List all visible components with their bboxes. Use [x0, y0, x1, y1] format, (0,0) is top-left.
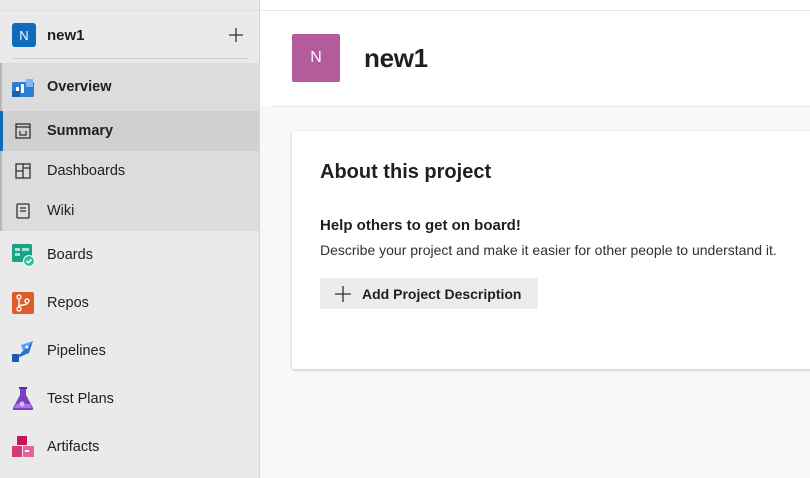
card-subtitle: Help others to get on board!	[320, 217, 521, 234]
plus-icon	[229, 28, 243, 42]
sidebar-item-label: Test Plans	[47, 391, 114, 407]
sidebar-item-label: Repos	[47, 295, 89, 311]
repos-icon	[11, 291, 35, 315]
test-plans-icon	[11, 387, 35, 411]
project-header[interactable]: N new1	[0, 11, 260, 59]
pipelines-icon	[11, 339, 35, 363]
add-project-description-button[interactable]: Add Project Description	[320, 278, 538, 309]
sidebar-item-label: Pipelines	[47, 343, 106, 359]
sidebar-item-label: Dashboards	[47, 163, 126, 179]
overview-icon	[11, 75, 35, 99]
sidebar: N new1 Overview Summary Dashboards Wiki …	[0, 0, 260, 478]
card-title: About this project	[320, 161, 492, 183]
sidebar-item-wiki[interactable]: Wiki	[0, 191, 259, 231]
sidebar-item-label: Wiki	[47, 203, 75, 219]
sidebar-item-overview[interactable]: Overview	[0, 63, 259, 111]
about-project-card: About this project Help others to get on…	[292, 131, 810, 369]
sidebar-item-test-plans[interactable]: Test Plans	[0, 375, 259, 423]
main-header-divider	[272, 106, 810, 107]
main-header-top-divider	[260, 10, 810, 11]
sidebar-item-label: Overview	[47, 79, 112, 95]
project-name[interactable]: new1	[47, 27, 85, 44]
page-title: new1	[364, 43, 428, 73]
sidebar-item-label: Artifacts	[47, 439, 100, 455]
sidebar-item-summary[interactable]: Summary	[0, 111, 259, 151]
boards-icon	[11, 243, 35, 267]
project-divider	[12, 58, 248, 59]
sidebar-item-boards[interactable]: Boards	[0, 231, 259, 279]
project-badge: N	[12, 23, 36, 47]
sidebar-item-artifacts[interactable]: Artifacts	[0, 423, 259, 471]
sidebar-item-pipelines[interactable]: Pipelines	[0, 327, 259, 375]
sidebar-item-label: Boards	[47, 247, 93, 263]
wiki-icon	[11, 199, 35, 223]
project-avatar: N	[292, 34, 340, 82]
summary-icon	[11, 119, 35, 143]
add-button[interactable]	[222, 21, 250, 49]
card-description: Describe your project and make it easier…	[320, 242, 777, 258]
add-project-description-label: Add Project Description	[362, 286, 522, 302]
plus-icon	[335, 286, 351, 302]
artifacts-icon	[11, 435, 35, 459]
main-header	[260, 0, 810, 106]
sidebar-item-repos[interactable]: Repos	[0, 279, 259, 327]
dashboards-icon	[11, 159, 35, 183]
sidebar-item-dashboards[interactable]: Dashboards	[0, 151, 259, 191]
sidebar-item-label: Summary	[47, 123, 114, 139]
